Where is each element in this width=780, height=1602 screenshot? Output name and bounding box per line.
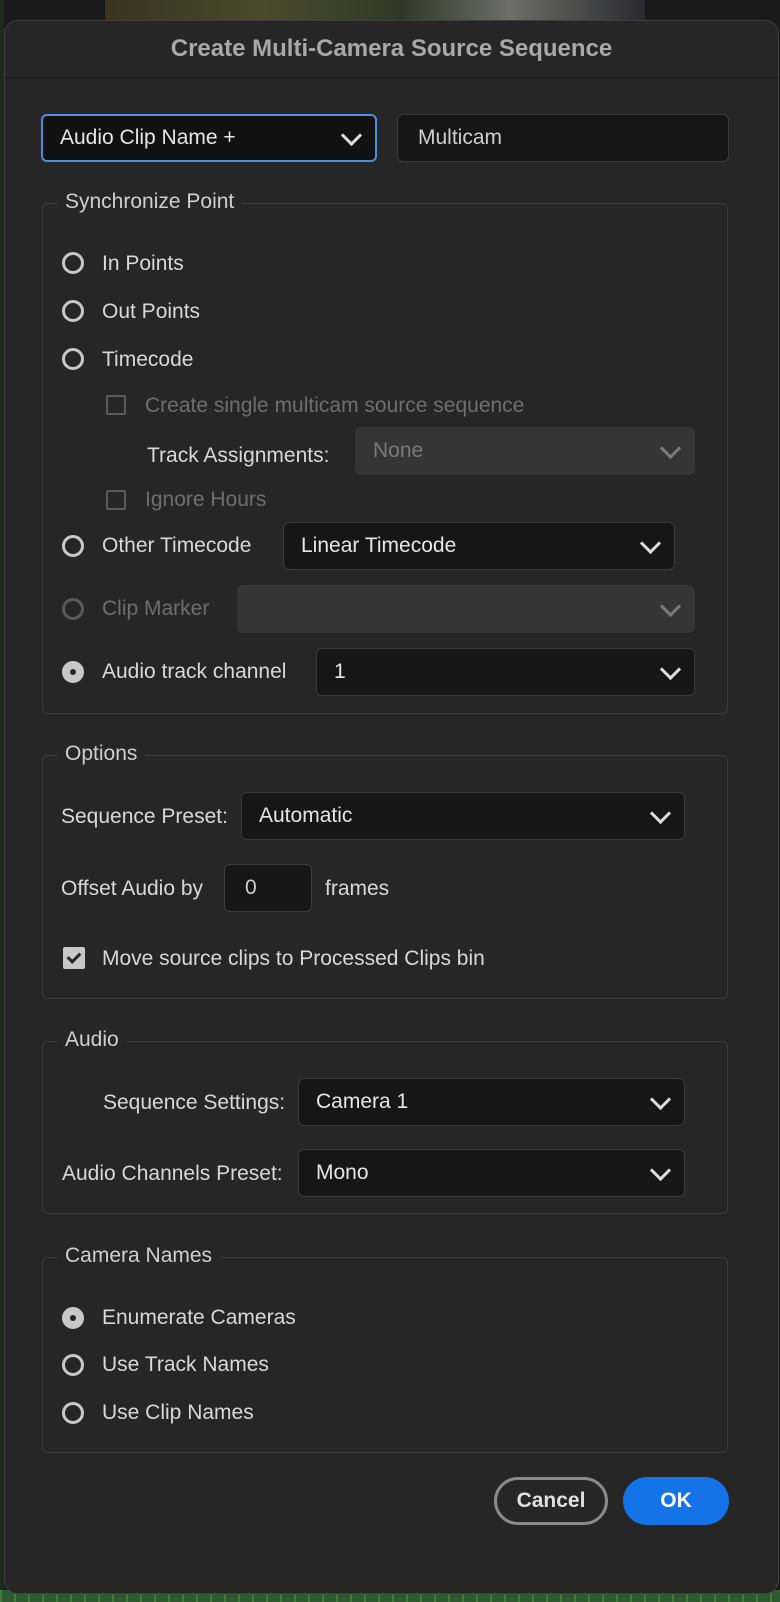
sequence-preset-value: Automatic [259,804,353,827]
create-single-label: Create single multicam source sequence [145,394,525,417]
audio-track-channel-label: Audio track channel [102,660,287,683]
name-mode-select[interactable]: Audio Clip Name + [41,114,377,162]
clip-marker-label: Clip Marker [102,597,210,620]
chevron-down-icon [649,1159,672,1182]
ignore-hours-label: Ignore Hours [145,488,267,511]
track-assignments-value: None [373,439,424,462]
out-points-label: Out Points [102,300,201,323]
multicam-dialog: Create Multi-Camera Source Sequence Audi… [4,20,779,1594]
timecode-label: Timecode [102,348,194,371]
in-points-radio[interactable] [62,252,84,274]
sequence-settings-value: Camera 1 [316,1090,409,1113]
channels-preset-label: Audio Channels Preset: [62,1162,283,1185]
create-single-checkbox[interactable] [106,395,126,415]
chevron-down-icon [659,595,682,618]
other-timecode-label: Other Timecode [102,534,252,557]
channels-preset-value: Mono [316,1161,369,1184]
move-clips-checkbox[interactable] [63,947,85,969]
chevron-down-icon [659,437,682,460]
chevron-down-icon [659,658,682,681]
sequence-name-field[interactable]: Multicam [397,114,729,162]
chevron-down-icon [649,802,672,825]
use-clip-names-radio[interactable] [62,1402,84,1424]
audio-track-channel-value: 1 [334,660,346,683]
move-clips-label: Move source clips to Processed Clips bin [102,947,485,970]
other-timecode-radio[interactable] [62,535,84,557]
sequence-settings-label: Sequence Settings: [103,1091,286,1114]
sequence-settings-select[interactable]: Camera 1 [298,1078,685,1126]
track-assignments-label: Track Assignments: [147,444,330,467]
camera-names-legend: Camera Names [57,1244,221,1268]
chevron-down-icon [340,124,363,147]
dialog-title: Create Multi-Camera Source Sequence [5,21,778,78]
in-points-label: In Points [102,252,184,275]
audio-legend: Audio [57,1028,127,1052]
other-timecode-select[interactable]: Linear Timecode [283,522,675,570]
use-track-names-label: Use Track Names [102,1353,269,1376]
use-clip-names-label: Use Clip Names [102,1401,254,1424]
chevron-down-icon [639,532,662,555]
frames-label: frames [325,877,390,900]
timecode-radio[interactable] [62,348,84,370]
out-points-radio[interactable] [62,300,84,322]
offset-audio-field[interactable]: 0 [224,864,312,912]
audio-track-channel-select[interactable]: 1 [316,648,695,696]
sequence-preset-select[interactable]: Automatic [241,792,685,840]
ok-button[interactable]: OK [623,1477,729,1525]
cancel-button[interactable]: Cancel [494,1477,608,1525]
channels-preset-select[interactable]: Mono [298,1149,685,1197]
name-mode-value: Audio Clip Name + [60,126,236,149]
clip-marker-select[interactable] [237,585,695,633]
clip-marker-radio[interactable] [62,598,84,620]
chevron-down-icon [649,1088,672,1111]
options-legend: Options [57,742,146,766]
track-assignments-select[interactable]: None [355,427,695,475]
enumerate-cameras-radio[interactable] [62,1307,84,1329]
sequence-preset-label: Sequence Preset: [61,805,228,828]
use-track-names-radio[interactable] [62,1354,84,1376]
sync-point-legend: Synchronize Point [57,190,243,214]
enumerate-cameras-label: Enumerate Cameras [102,1306,296,1329]
other-timecode-value: Linear Timecode [301,534,457,557]
audio-track-channel-radio[interactable] [62,661,84,683]
offset-audio-label: Offset Audio by [61,877,204,900]
ignore-hours-checkbox[interactable] [106,490,126,510]
